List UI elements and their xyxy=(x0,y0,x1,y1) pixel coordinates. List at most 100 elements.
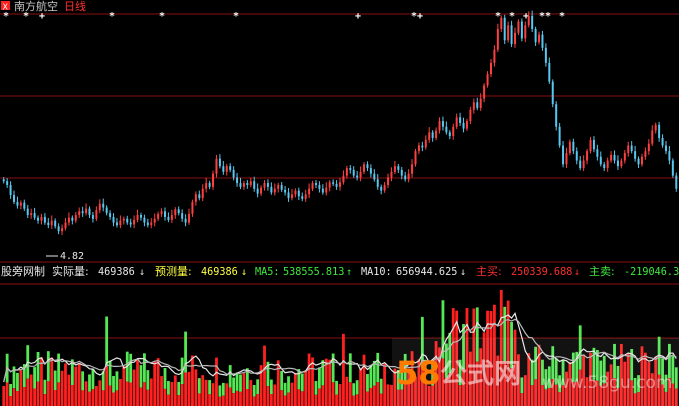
volume-bar-base xyxy=(22,387,26,406)
candle-body xyxy=(284,189,287,193)
candle xyxy=(366,161,369,172)
volume-bar xyxy=(352,383,356,406)
main-buy-value: 250339.688 xyxy=(511,267,572,278)
volume-bar xyxy=(40,357,43,406)
candle xyxy=(486,71,489,88)
candle-body xyxy=(122,218,125,221)
candle xyxy=(85,203,88,216)
candle xyxy=(459,112,462,126)
ma5-label: MA5: xyxy=(255,267,280,278)
candle-body xyxy=(623,153,626,161)
candle xyxy=(273,183,276,196)
volume-bar-down xyxy=(53,370,57,391)
volume-bar-up xyxy=(74,366,78,406)
candle-body xyxy=(115,222,118,226)
candle xyxy=(640,153,643,167)
volume-bar xyxy=(146,370,150,406)
candle-body xyxy=(500,17,503,30)
candle-body xyxy=(455,117,458,127)
candle-body xyxy=(579,160,582,169)
candle xyxy=(201,184,204,202)
forecast-volume-label: 预测量: xyxy=(155,265,192,278)
volume-bar xyxy=(26,345,30,406)
volume-bar xyxy=(94,385,98,406)
candle xyxy=(465,118,468,131)
volume-bar xyxy=(239,374,242,406)
candle-body xyxy=(47,222,50,226)
candle xyxy=(668,145,671,165)
candle xyxy=(33,207,36,220)
volume-bar-up xyxy=(311,357,314,406)
candle-body xyxy=(339,182,341,187)
volume-bar xyxy=(249,379,253,406)
volume-bar xyxy=(366,373,369,406)
volume-bar xyxy=(118,378,122,406)
candle xyxy=(205,177,208,193)
volume-bar xyxy=(60,370,64,406)
candle xyxy=(16,196,19,209)
period-label: 日线 xyxy=(64,0,86,13)
candle-body xyxy=(671,160,674,176)
volume-bar-down xyxy=(366,373,369,392)
candle-body xyxy=(476,102,479,108)
volume-bar-down xyxy=(379,378,383,394)
volume-bar xyxy=(77,362,81,406)
candle xyxy=(383,181,386,193)
volume-bar xyxy=(70,359,74,406)
candle-body xyxy=(469,109,472,122)
candle-body xyxy=(592,139,595,150)
candle xyxy=(558,122,561,148)
volume-bar-up xyxy=(383,363,387,406)
chart-window: X 南方航空 日线 * * + * * * + * + * * + * * * 4.82 股旁网制 实际量:… xyxy=(0,0,679,406)
volume-bar-down xyxy=(348,353,352,383)
candle xyxy=(236,172,239,187)
candle-body xyxy=(627,145,630,154)
volume-bar-down xyxy=(280,370,284,391)
volume-bar-down xyxy=(91,368,95,390)
candle-body xyxy=(524,25,527,39)
volume-bar-down xyxy=(9,383,12,397)
candle-body xyxy=(129,222,132,225)
candle xyxy=(126,215,129,225)
candle xyxy=(575,147,578,165)
volume-bar xyxy=(201,375,205,406)
candle-body xyxy=(13,195,16,202)
candle-body xyxy=(88,208,91,216)
candle-body xyxy=(441,121,444,127)
candle-body xyxy=(126,218,129,223)
volume-bar-down xyxy=(239,374,242,392)
volume-bar xyxy=(74,366,78,406)
volume-bar-down xyxy=(369,365,373,388)
volume-bar xyxy=(242,373,246,406)
volume-bar-base xyxy=(335,394,338,406)
candle xyxy=(441,116,444,131)
volume-bar-down xyxy=(335,380,338,395)
volume-bar-base xyxy=(221,395,225,406)
candle xyxy=(630,141,633,154)
volume-bar-up xyxy=(84,381,88,406)
volume-bar xyxy=(22,364,26,406)
volume-bar-up xyxy=(201,375,205,406)
candle-body xyxy=(215,158,218,174)
volume-bar-base xyxy=(314,394,318,406)
candle xyxy=(146,218,149,228)
signal-mark: * xyxy=(109,11,115,22)
volume-bar-up xyxy=(386,384,390,406)
candle xyxy=(256,183,259,198)
candle xyxy=(143,214,146,227)
candle xyxy=(129,218,132,228)
candle-body xyxy=(390,171,393,178)
candle xyxy=(71,215,74,225)
candle xyxy=(174,207,177,219)
candle xyxy=(476,97,479,111)
candle xyxy=(462,117,465,133)
candle-body xyxy=(321,188,324,193)
candle-body xyxy=(668,151,671,161)
candle xyxy=(654,122,657,134)
candle-body xyxy=(503,17,506,41)
volume-bar xyxy=(290,382,294,406)
candle xyxy=(318,181,321,193)
candle xyxy=(651,125,654,146)
candle-body xyxy=(452,126,455,137)
volume-bar xyxy=(359,368,362,406)
